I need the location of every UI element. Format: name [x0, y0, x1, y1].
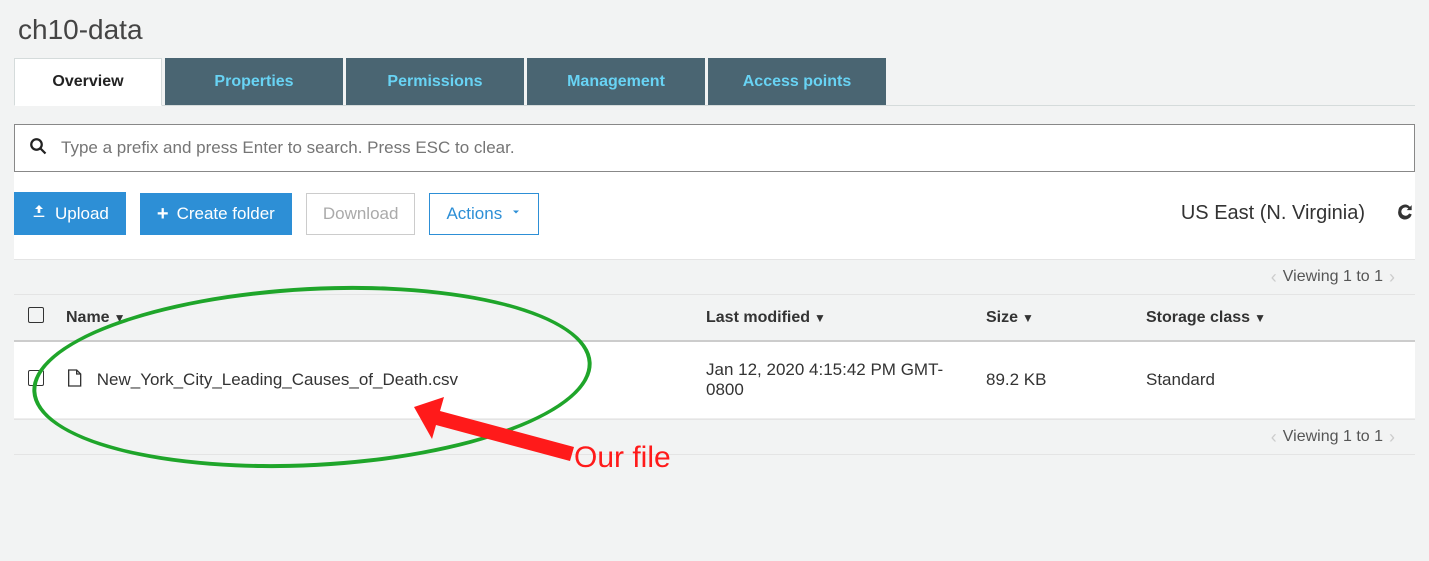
sort-caret-icon: ▼ — [814, 311, 826, 325]
search-box[interactable] — [14, 124, 1415, 172]
tab-management[interactable]: Management — [527, 58, 705, 105]
column-size-label: Size — [986, 309, 1018, 326]
tab-permissions[interactable]: Permissions — [346, 58, 524, 105]
actions-label: Actions — [446, 204, 502, 224]
plus-icon: + — [157, 204, 169, 224]
column-name-label: Name — [66, 309, 110, 326]
pager-bottom: ‹ Viewing 1 to 1 › — [14, 419, 1415, 455]
cell-storage-class: Standard — [1138, 341, 1415, 419]
file-name[interactable]: New_York_City_Leading_Causes_of_Death.cs… — [97, 369, 458, 388]
tab-access-points[interactable]: Access points — [708, 58, 886, 105]
create-folder-label: Create folder — [177, 204, 275, 224]
column-checkbox[interactable] — [14, 295, 58, 341]
column-size[interactable]: Size ▼ — [978, 295, 1138, 341]
search-icon — [29, 137, 47, 160]
column-name[interactable]: Name ▼ — [58, 295, 698, 341]
pager-top: ‹ Viewing 1 to 1 › — [14, 259, 1415, 295]
toolbar: Upload + Create folder Download Actions … — [14, 192, 1415, 235]
tab-properties[interactable]: Properties — [165, 58, 343, 105]
select-all-checkbox[interactable] — [28, 307, 44, 323]
download-label: Download — [323, 204, 399, 224]
column-storage-class-label: Storage class — [1146, 309, 1250, 326]
cell-last-modified: Jan 12, 2020 4:15:42 PM GMT-0800 — [698, 341, 978, 419]
upload-icon — [31, 203, 47, 224]
row-checkbox[interactable] — [28, 370, 44, 386]
actions-button[interactable]: Actions — [429, 193, 539, 235]
refresh-icon[interactable] — [1395, 201, 1415, 226]
pager-next-icon[interactable]: › — [1389, 427, 1395, 448]
tab-overview[interactable]: Overview — [14, 58, 162, 106]
sort-caret-icon: ▼ — [1254, 311, 1266, 325]
chevron-down-icon — [510, 206, 522, 221]
tab-bar: Overview Properties Permissions Manageme… — [14, 58, 1415, 106]
upload-label: Upload — [55, 204, 109, 224]
region-label: US East (N. Virginia) — [1181, 202, 1365, 225]
column-last-modified-label: Last modified — [706, 309, 810, 326]
table-row[interactable]: New_York_City_Leading_Causes_of_Death.cs… — [14, 341, 1415, 419]
file-icon — [66, 368, 82, 393]
upload-button[interactable]: Upload — [14, 192, 126, 235]
pager-text: Viewing 1 to 1 — [1283, 428, 1383, 446]
sort-caret-icon: ▼ — [1022, 311, 1034, 325]
download-button: Download — [306, 193, 416, 235]
pager-prev-icon[interactable]: ‹ — [1271, 427, 1277, 448]
column-storage-class[interactable]: Storage class ▼ — [1138, 295, 1415, 341]
column-last-modified[interactable]: Last modified ▼ — [698, 295, 978, 341]
create-folder-button[interactable]: + Create folder — [140, 193, 292, 235]
bucket-title: ch10-data — [18, 14, 1415, 46]
cell-size: 89.2 KB — [978, 341, 1138, 419]
search-input[interactable] — [61, 138, 1400, 158]
pager-next-icon[interactable]: › — [1389, 267, 1395, 288]
pager-prev-icon[interactable]: ‹ — [1271, 267, 1277, 288]
object-table: Name ▼ Last modified ▼ Size ▼ Storage class… — [14, 295, 1415, 419]
sort-caret-icon: ▼ — [114, 311, 126, 325]
pager-text: Viewing 1 to 1 — [1283, 268, 1383, 286]
